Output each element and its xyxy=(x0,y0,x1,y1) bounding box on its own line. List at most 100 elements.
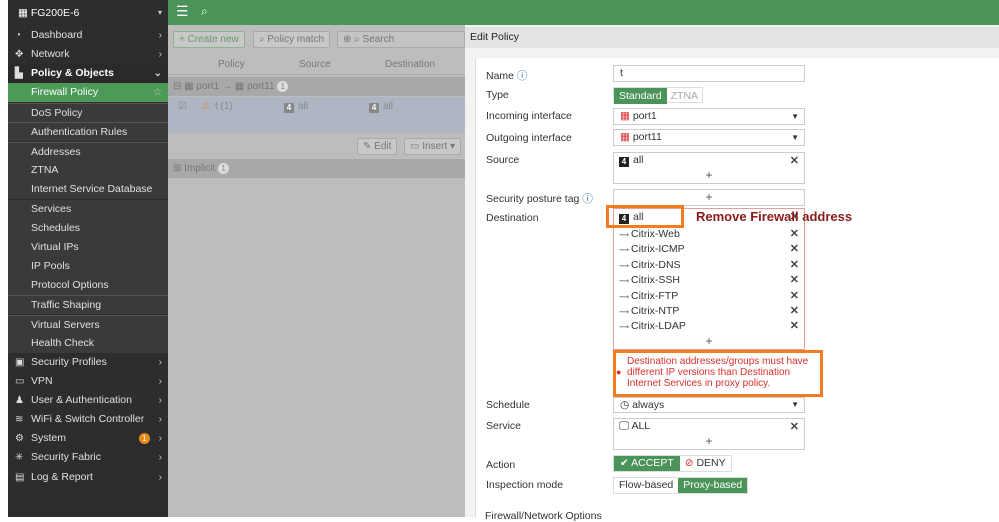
remove-icon[interactable]: ✕ xyxy=(790,242,799,255)
warning-icon: ⚠ xyxy=(201,101,210,112)
add-service-button[interactable]: + xyxy=(614,434,804,448)
sidebar-item-security-fabric[interactable]: ✳ Security Fabric › xyxy=(8,448,168,467)
sidebar-item-network[interactable]: ✥ Network › xyxy=(8,45,168,64)
sidebar-item-label: Authentication Rules xyxy=(31,126,128,138)
chevron-right-icon: › xyxy=(158,357,162,368)
sidebar-item-vpn[interactable]: ▭ VPN › xyxy=(8,372,168,391)
highlight-box xyxy=(606,205,684,228)
sidebar-item-label: Policy & Objects xyxy=(31,67,114,79)
schedule-icon: ◷ xyxy=(620,399,630,411)
accept-button[interactable]: ✔ ACCEPT xyxy=(614,456,680,471)
implicit-group-row[interactable]: ⊞ Implicit 1 xyxy=(168,159,465,178)
source-field[interactable]: 4 all ✕ + xyxy=(613,152,805,184)
incoming-interface-select[interactable]: ▦ port1 ▼ xyxy=(613,108,805,125)
sidebar-item-label: Network xyxy=(31,48,70,60)
table-row[interactable]: ☑ ⚠ t (1) 4 all 4 all xyxy=(168,97,465,133)
sidebar-item-addresses[interactable]: Addresses xyxy=(8,142,168,161)
deny-icon: ⊘ xyxy=(684,457,694,469)
sidebar-item-protocol-options[interactable]: Protocol Options xyxy=(8,276,168,295)
section-firewall-network-options[interactable]: Firewall/Network Options xyxy=(485,510,602,522)
add-destination-button[interactable]: + xyxy=(614,334,804,348)
ipv4-address-icon: 4 xyxy=(619,157,629,167)
sidebar-item-health-check[interactable]: Health Check xyxy=(8,334,168,353)
port-icon: ▦ xyxy=(620,110,630,122)
schedule-label: Schedule xyxy=(486,399,530,411)
destination-item: ⟿ Citrix-Web xyxy=(619,228,680,240)
interface-group-row[interactable]: ⊟ ▦ port1 → ▦ port11 1 xyxy=(168,77,465,96)
remove-icon[interactable]: ✕ xyxy=(790,289,799,302)
outgoing-interface-select[interactable]: ▦ port11 ▼ xyxy=(613,129,805,146)
info-icon[interactable]: ⓘ xyxy=(582,193,593,205)
add-posture-button[interactable]: + xyxy=(614,190,804,204)
incoming-label: Incoming interface xyxy=(486,110,572,122)
insert-button[interactable]: ▭ Insert ▾ xyxy=(404,138,462,155)
sidebar-item-label: Traffic Shaping xyxy=(31,299,102,311)
sidebar-item-internet-service-database[interactable]: Internet Service Database xyxy=(8,180,168,199)
sidebar-item-user-authentication[interactable]: ♟ User & Authentication › xyxy=(8,391,168,410)
sidebar-item-virtual-servers[interactable]: Virtual Servers xyxy=(8,315,168,334)
sidebar-item-ip-pools[interactable]: IP Pools xyxy=(8,257,168,276)
policy-match-button[interactable]: ⌕ Policy match xyxy=(253,31,331,48)
service-label: Service xyxy=(486,420,522,432)
destination-item: ⟿ Citrix-LDAP xyxy=(619,320,686,333)
sidebar-item-log-report[interactable]: ▤ Log & Report › xyxy=(8,468,168,487)
sidebar-item-label: Addresses xyxy=(31,146,81,158)
destination-field[interactable]: 4 all ✕ ⟿ Citrix-Web ✕ ⟿ Citrix-ICMP ✕ ⟿ Citrix… xyxy=(613,208,805,350)
chevron-down-icon: ⌄ xyxy=(153,68,162,79)
remove-icon[interactable]: ✕ xyxy=(790,319,799,332)
sidebar-item-ztna[interactable]: ZTNA xyxy=(8,161,168,180)
destination-item: ⟿ Citrix-FTP xyxy=(619,289,679,302)
inspection-label: Inspection mode xyxy=(486,479,564,491)
type-standard[interactable]: Standard xyxy=(614,88,667,104)
menu-icon[interactable]: ☰ xyxy=(176,3,189,20)
sidebar-item-label: Log & Report xyxy=(31,471,93,483)
search-input[interactable]: ⊕ ⌕ Search xyxy=(337,31,465,48)
sidebar-item-firewall-policy[interactable]: Firewall Policy ☆ xyxy=(8,83,168,102)
remove-icon[interactable]: ✕ xyxy=(790,420,799,433)
remove-icon[interactable]: ✕ xyxy=(790,258,799,271)
deny-button[interactable]: ⊘ DENY xyxy=(680,456,731,471)
flow-based-option[interactable]: Flow-based xyxy=(614,478,678,493)
schedule-select[interactable]: ◷ always ▼ xyxy=(613,397,805,413)
menu-icon: ♟ xyxy=(15,395,24,406)
sidebar-item-label: Virtual IPs xyxy=(31,241,79,253)
sidebar-item-label: WiFi & Switch Controller xyxy=(31,413,145,425)
sidebar-item-services[interactable]: Services xyxy=(8,200,168,219)
column-source[interactable]: Source xyxy=(299,55,331,75)
edit-button[interactable]: ✎ Edit xyxy=(357,138,398,155)
sidebar-item-virtual-ips[interactable]: Virtual IPs xyxy=(8,238,168,257)
search-icon[interactable]: ⌕ xyxy=(201,4,208,19)
remove-icon[interactable]: ✕ xyxy=(790,273,799,286)
service-field[interactable]: 🖵 ALL ✕ + xyxy=(613,418,805,450)
destination-item: ⟿ Citrix-NTP xyxy=(619,305,680,317)
sidebar-item-schedules[interactable]: Schedules xyxy=(8,219,168,238)
column-policy[interactable]: Policy xyxy=(218,55,245,75)
remove-icon[interactable]: ✕ xyxy=(790,304,799,317)
sidebar-item-authentication-rules[interactable]: Authentication Rules xyxy=(8,122,168,141)
source-label: Source xyxy=(486,154,520,166)
security-posture-field[interactable]: + xyxy=(613,189,805,206)
proxy-based-option[interactable]: Proxy-based xyxy=(678,478,748,493)
sidebar-item-dashboard[interactable]: ◔ Dashboard › xyxy=(8,26,168,45)
device-selector[interactable]: ▦ FG200E-6 ▾ xyxy=(8,3,168,23)
sidebar-item-traffic-shaping[interactable]: Traffic Shaping xyxy=(8,295,168,314)
internet-service-icon: ⟿ xyxy=(619,232,631,239)
create-new-button[interactable]: + Create new xyxy=(173,31,245,48)
checkbox[interactable]: ☑ xyxy=(178,97,187,117)
info-icon[interactable]: ⓘ xyxy=(517,70,528,82)
sidebar-item-policy-objects[interactable]: ▙ Policy & Objects ⌄ xyxy=(8,64,168,83)
add-source-button[interactable]: + xyxy=(614,168,804,182)
column-destination[interactable]: Destination xyxy=(385,55,435,75)
remove-icon[interactable]: ✕ xyxy=(790,154,799,167)
sidebar-item-system[interactable]: ⚙ System 1 › xyxy=(8,429,168,448)
type-ztna[interactable]: ZTNA xyxy=(667,88,702,104)
favorite-star-icon[interactable]: ☆ xyxy=(153,83,162,102)
sidebar-item-wifi-switch-controller[interactable]: ≋ WiFi & Switch Controller › xyxy=(8,410,168,429)
error-message: ● Destination addresses/groups must have … xyxy=(613,350,823,397)
sidebar-item-dos-policy[interactable]: DoS Policy xyxy=(8,103,168,122)
chevron-right-icon: › xyxy=(158,30,162,41)
policy-list-panel: + Create new ⌕ Policy match ⊕ ⌕ Search P… xyxy=(168,25,465,517)
name-input[interactable]: t xyxy=(613,65,805,82)
remove-icon[interactable]: ✕ xyxy=(790,227,799,240)
sidebar-item-security-profiles[interactable]: ▣ Security Profiles › xyxy=(8,353,168,372)
